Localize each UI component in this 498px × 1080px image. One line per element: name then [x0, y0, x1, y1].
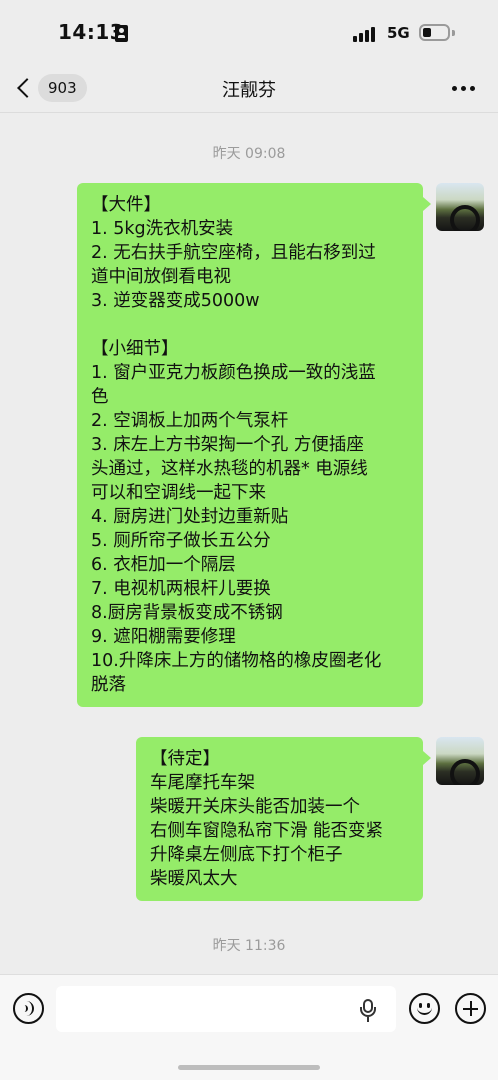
message-line: 8.厨房背景板变成不锈钢: [91, 603, 283, 623]
battery-level: [423, 28, 431, 37]
nav-divider: [0, 112, 498, 113]
message-line: 4. 厨房进门处封边重新贴: [91, 507, 289, 527]
id-card-icon: [115, 25, 128, 42]
message-line: 色: [91, 387, 109, 407]
message-line: 3. 床左上方书架掏一个孔 方便插座: [91, 435, 364, 455]
message-line: 【大件】: [91, 195, 161, 215]
timestamp: 昨天 11:36: [212, 938, 286, 954]
message-line: 车尾摩托车架: [150, 773, 255, 793]
message-line: 9. 遮阳棚需要修理: [91, 627, 236, 647]
message-line: 2. 空调板上加两个气泵杆: [91, 411, 289, 431]
network-label: 5G: [387, 24, 410, 42]
voice-icon[interactable]: [13, 993, 44, 1024]
more-dots-icon: [452, 86, 457, 91]
message-line: 7. 电视机两根杆儿要换: [91, 579, 271, 599]
home-indicator: [178, 1065, 320, 1070]
message-line: 2. 无右扶手航空座椅，且能右移到过: [91, 243, 376, 263]
message-line: 右侧车窗隐私帘下滑 能否变紧: [150, 821, 384, 841]
message-input[interactable]: [56, 986, 396, 1032]
message-bubble[interactable]: 【待定】车尾摩托车架柴暖开关床头能否加装一个右侧车窗隐私帘下滑 能否变紧 升降桌左…: [136, 737, 431, 901]
avatar[interactable]: [436, 737, 484, 785]
signal-icon: [353, 26, 377, 42]
status-bar: 14:13 5G: [0, 0, 498, 66]
message-line: 6. 衣柜加一个隔层: [91, 555, 236, 575]
battery-icon: [419, 24, 450, 41]
message-line: 【待定】: [150, 749, 220, 769]
mic-base: [367, 1017, 369, 1022]
message-line: [91, 313, 409, 337]
message-line: 可以和空调线一起下来: [91, 483, 266, 503]
timestamp: 昨天 09:08: [212, 146, 286, 162]
more-options-button[interactable]: [452, 78, 478, 98]
steering-wheel-icon: [450, 205, 480, 231]
message-line: 柴暖风太大: [150, 869, 238, 889]
message-line: 10.升降床上方的储物格的橡皮圈老化: [91, 651, 382, 671]
message-line: 头通过，这样水热毯的机器* 电源线: [91, 459, 368, 479]
message-bubble[interactable]: 【大件】 1. 5kg洗衣机安装 2. 无右扶手航空座椅，且能右移到过 道中间放倒看电…: [77, 183, 431, 707]
message-line: 柴暖开关床头能否加装一个: [150, 797, 360, 817]
message-line: 升降桌左侧底下打个柜子: [150, 845, 343, 865]
message-line: 脱落: [91, 675, 126, 695]
nav-bar: 903 汪靓芬: [0, 66, 498, 112]
message-line: 3. 逆变器变成5000w: [91, 291, 260, 311]
add-icon[interactable]: [455, 993, 486, 1024]
battery-cap: [452, 30, 455, 36]
message-line: 5. 厕所帘子做长五公分: [91, 531, 271, 551]
message-line: 道中间放倒看电视: [91, 267, 231, 287]
emoji-mouth: [417, 1007, 432, 1015]
message-line: 【小细节】: [91, 339, 179, 359]
steering-wheel-icon: [450, 759, 480, 785]
emoji-icon[interactable]: [409, 993, 440, 1024]
input-bar: [0, 974, 498, 1080]
message-line: 1. 窗户亚克力板颜色换成一致的浅蓝: [91, 363, 376, 383]
avatar[interactable]: [436, 183, 484, 231]
message-line: 1. 5kg洗衣机安装: [91, 219, 234, 239]
chat-title: 汪靓芬: [222, 80, 276, 101]
